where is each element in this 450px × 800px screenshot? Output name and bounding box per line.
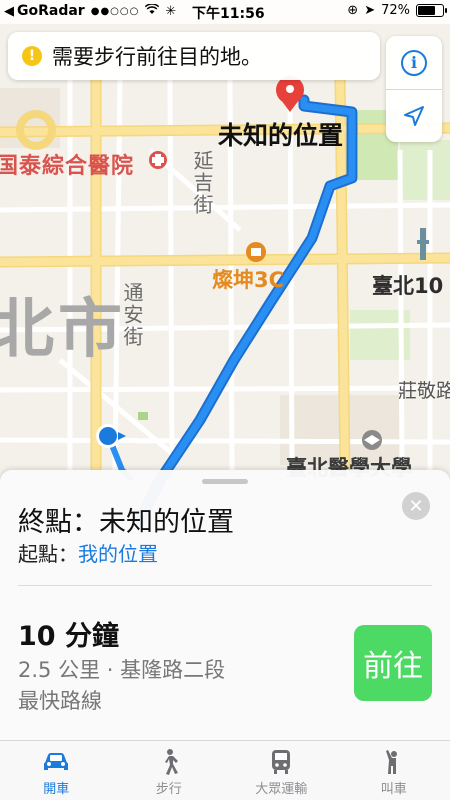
location-arrow-icon — [404, 106, 424, 126]
signal-strength-icon: ●●○○○ — [90, 5, 140, 17]
map-label-landmark[interactable]: 臺北10 — [372, 270, 443, 300]
tab-ride[interactable]: 叫車 — [338, 741, 450, 800]
car-icon — [41, 747, 71, 777]
map-label-street: 延吉街 — [190, 150, 214, 216]
location-arrow-icon: ➤ — [364, 3, 376, 18]
close-button[interactable]: ✕ — [402, 492, 430, 520]
rotation-lock-icon: ⊕ — [347, 3, 359, 18]
origin-row: 起點：我的位置 — [18, 538, 158, 567]
back-arrow-icon[interactable]: ◀ — [4, 4, 14, 19]
tab-walk[interactable]: 步行 — [113, 741, 226, 800]
card-grabber-handle[interactable] — [202, 479, 248, 484]
transport-tab-bar: 開車 步行 大眾運輸 叫車 — [0, 740, 450, 800]
walking-notice-banner[interactable]: ! 需要步行前往目的地。 — [8, 32, 380, 80]
park-area — [400, 140, 450, 200]
map-label-store[interactable]: 燦坤3C — [212, 264, 284, 294]
info-button[interactable]: i — [386, 36, 442, 89]
card-divider — [18, 585, 432, 586]
status-bar-right: ⊕ ➤ 72% — [347, 3, 447, 18]
map-controls: i — [386, 36, 442, 142]
close-icon: ✕ — [408, 495, 424, 517]
map-label-street: 莊敬路 — [398, 380, 450, 402]
status-bar-left: ◀ GoRadar ●●○○○ ✳ — [4, 2, 177, 19]
warning-icon: ! — [22, 46, 42, 66]
map-label-city: 北市 — [0, 293, 126, 367]
battery-icon — [416, 4, 447, 17]
map-label-destination[interactable]: 未知的位置 — [218, 116, 343, 152]
tab-label: 大眾運輸 — [255, 782, 308, 797]
origin-link[interactable]: 我的位置 — [78, 542, 158, 566]
map-label-street: 通安街 — [120, 282, 144, 348]
go-button[interactable]: 前往 — [354, 625, 432, 701]
tab-label: 步行 — [155, 782, 182, 797]
map-label-hospital[interactable]: 国泰綜合醫院 — [0, 148, 134, 180]
bus-icon — [270, 747, 292, 777]
route-card[interactable]: ✕ 終點：未知的位置 起點：我的位置 10 分鐘 2.5 公里 · 基隆路二段 … — [0, 470, 450, 740]
tab-label: 開車 — [43, 782, 70, 797]
status-bar: ◀ GoRadar ●●○○○ ✳ 下午11:56 ⊕ ➤ 72% — [0, 0, 450, 24]
ride-hail-icon — [383, 747, 405, 777]
hospital-icon — [149, 151, 167, 169]
carrier-name[interactable]: GoRadar — [17, 3, 85, 19]
activity-spinner-icon: ✳ — [165, 3, 177, 19]
walking-person-icon — [158, 747, 180, 777]
eta-distance-route: 2.5 公里 · 基隆路二段 — [18, 658, 226, 682]
info-icon: i — [401, 49, 427, 76]
status-time: 下午11:56 — [192, 6, 265, 22]
wifi-icon — [145, 2, 160, 19]
route-type: 最快路線 — [18, 689, 102, 713]
store-icon — [246, 242, 266, 262]
battery-percent: 72% — [381, 3, 410, 18]
battery-level — [418, 6, 436, 15]
school-icon — [362, 430, 382, 450]
track-location-button[interactable] — [386, 89, 442, 142]
destination-title: 終點：未知的位置 — [18, 507, 234, 538]
tab-transit[interactable]: 大眾運輸 — [225, 741, 338, 800]
origin-prefix: 起點： — [18, 542, 78, 566]
tab-drive[interactable]: 開車 — [0, 741, 113, 800]
eta-duration: 10 分鐘 — [18, 621, 119, 652]
banner-text: 需要步行前往目的地。 — [52, 45, 262, 69]
park-marker — [138, 412, 148, 420]
tab-label: 叫車 — [380, 782, 407, 797]
